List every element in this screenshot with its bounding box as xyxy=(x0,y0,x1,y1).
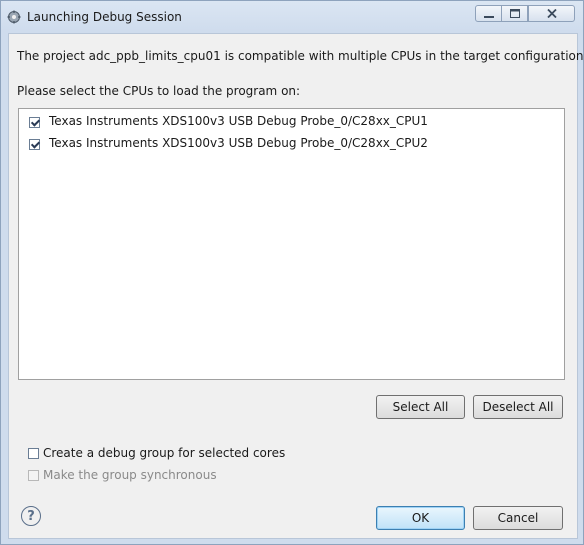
cpu2-checkbox[interactable] xyxy=(29,139,40,150)
help-icon[interactable]: ? xyxy=(21,506,41,526)
cpu1-checkbox[interactable] xyxy=(29,117,40,128)
minimize-icon xyxy=(483,7,494,21)
debug-gear-icon xyxy=(7,10,21,24)
dialog-body: The project adc_ppb_limits_cpu01 is comp… xyxy=(8,33,584,539)
cpu-list[interactable]: Texas Instruments XDS100v3 USB Debug Pro… xyxy=(18,108,565,380)
close-icon xyxy=(546,7,557,21)
cancel-button[interactable]: Cancel xyxy=(473,506,563,530)
select-all-button[interactable]: Select All xyxy=(376,395,465,419)
deselect-all-button[interactable]: Deselect All xyxy=(473,395,563,419)
window-title: Launching Debug Session xyxy=(27,10,182,24)
cpu1-label: Texas Instruments XDS100v3 USB Debug Pro… xyxy=(49,114,428,128)
launch-debug-dialog: Launching Debug Session The project adc_… xyxy=(0,0,584,545)
debug-group-checkbox[interactable] xyxy=(28,448,39,459)
ok-button[interactable]: OK xyxy=(376,506,465,530)
debug-group-label[interactable]: Create a debug group for selected cores xyxy=(43,446,285,460)
cpu2-label: Texas Instruments XDS100v3 USB Debug Pro… xyxy=(49,136,428,150)
title-bar[interactable]: Launching Debug Session xyxy=(1,1,583,33)
compatibility-message: The project adc_ppb_limits_cpu01 is comp… xyxy=(17,49,584,63)
maximize-icon xyxy=(509,7,520,21)
cpu-select-instruction: Please select the CPUs to load the progr… xyxy=(17,84,301,98)
synchronous-label: Make the group synchronous xyxy=(43,468,217,482)
maximize-button[interactable] xyxy=(501,5,528,22)
minimize-button[interactable] xyxy=(475,5,502,22)
synchronous-checkbox[interactable] xyxy=(28,470,39,481)
close-button[interactable] xyxy=(528,5,575,22)
